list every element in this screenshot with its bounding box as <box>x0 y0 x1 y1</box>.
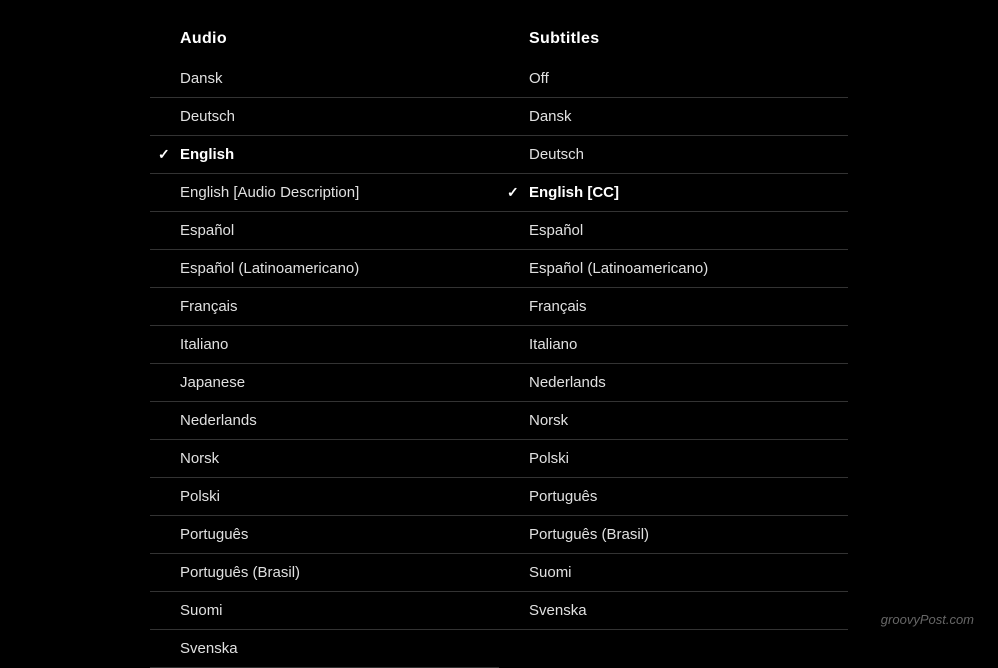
subtitles-list-item[interactable]: Español <box>499 212 848 250</box>
subtitles-list-item[interactable]: ✓ English [CC] <box>499 174 848 212</box>
audio-item-label: Svenska <box>180 640 238 657</box>
subtitles-list-item[interactable]: Français <box>499 288 848 326</box>
subtitles-list-item[interactable]: Español (Latinoamericano) <box>499 250 848 288</box>
subtitles-list: Off Dansk Deutsch ✓ English [CC] Español Españ… <box>499 60 848 630</box>
audio-list-item[interactable]: Português (Brasil) <box>150 554 499 592</box>
watermark: groovyPost.com <box>881 612 974 627</box>
audio-item-label: Español (Latinoamericano) <box>180 260 359 277</box>
subtitles-header: Subtitles <box>499 30 848 60</box>
audio-item-label: Japanese <box>180 374 245 391</box>
audio-item-label: Norsk <box>180 450 219 467</box>
subtitles-item-label: Suomi <box>529 564 572 581</box>
audio-list-item[interactable]: Español <box>150 212 499 250</box>
subtitles-item-label: Italiano <box>529 336 577 353</box>
audio-list-item[interactable]: Français <box>150 288 499 326</box>
subtitles-list-item[interactable]: Suomi <box>499 554 848 592</box>
audio-item-label: Polski <box>180 488 220 505</box>
subtitles-item-label: Dansk <box>529 108 572 125</box>
subtitles-list-item[interactable]: Português (Brasil) <box>499 516 848 554</box>
audio-item-label: Nederlands <box>180 412 257 429</box>
audio-item-label: Deutsch <box>180 108 235 125</box>
checkmark-icon: ✓ <box>158 146 170 163</box>
subtitles-list-item[interactable]: Português <box>499 478 848 516</box>
audio-list: Dansk Deutsch ✓ English English [Audio Descr… <box>150 60 499 668</box>
audio-list-item[interactable]: Español (Latinoamericano) <box>150 250 499 288</box>
audio-item-label: Suomi <box>180 602 223 619</box>
audio-item-label: Dansk <box>180 70 223 87</box>
subtitles-list-item[interactable]: Dansk <box>499 98 848 136</box>
subtitles-item-label: English [CC] <box>529 184 619 201</box>
audio-list-item[interactable]: Dansk <box>150 60 499 98</box>
audio-list-item[interactable]: Português <box>150 516 499 554</box>
audio-list-item[interactable]: Japanese <box>150 364 499 402</box>
subtitles-item-label: Nederlands <box>529 374 606 391</box>
subtitles-item-label: Français <box>529 298 587 315</box>
subtitles-item-label: Português <box>529 488 597 505</box>
subtitles-list-item[interactable]: Norsk <box>499 402 848 440</box>
audio-header: Audio <box>150 30 499 60</box>
subtitles-item-label: Español <box>529 222 583 239</box>
main-container: Audio Dansk Deutsch ✓ English English [Audio… <box>0 0 998 645</box>
audio-list-item[interactable]: Norsk <box>150 440 499 478</box>
audio-list-item[interactable]: ✓ English <box>150 136 499 174</box>
subtitles-list-item[interactable]: Polski <box>499 440 848 478</box>
subtitles-list-item[interactable]: Italiano <box>499 326 848 364</box>
audio-column: Audio Dansk Deutsch ✓ English English [Audio… <box>150 30 499 615</box>
audio-list-item[interactable]: Svenska <box>150 630 499 668</box>
subtitles-item-label: Polski <box>529 450 569 467</box>
audio-item-label: Português (Brasil) <box>180 564 300 581</box>
audio-list-item[interactable]: Polski <box>150 478 499 516</box>
audio-item-label: English [Audio Description] <box>180 184 359 201</box>
subtitles-list-item[interactable]: Off <box>499 60 848 98</box>
subtitles-item-label: Off <box>529 70 549 87</box>
audio-list-item[interactable]: Deutsch <box>150 98 499 136</box>
subtitles-item-label: Português (Brasil) <box>529 526 649 543</box>
audio-item-label: Español <box>180 222 234 239</box>
subtitles-list-item[interactable]: Svenska <box>499 592 848 630</box>
subtitles-list-item[interactable]: Nederlands <box>499 364 848 402</box>
audio-list-item[interactable]: Italiano <box>150 326 499 364</box>
subtitles-item-label: Deutsch <box>529 146 584 163</box>
subtitles-item-label: Norsk <box>529 412 568 429</box>
audio-item-label: English <box>180 146 234 163</box>
subtitles-column: Subtitles Off Dansk Deutsch ✓ English [CC] Es… <box>499 30 848 615</box>
subtitles-item-label: Svenska <box>529 602 587 619</box>
audio-item-label: Português <box>180 526 248 543</box>
subtitles-list-item[interactable]: Deutsch <box>499 136 848 174</box>
checkmark-icon: ✓ <box>507 184 519 201</box>
audio-item-label: Italiano <box>180 336 228 353</box>
subtitles-item-label: Español (Latinoamericano) <box>529 260 708 277</box>
audio-list-item[interactable]: Suomi <box>150 592 499 630</box>
audio-list-item[interactable]: English [Audio Description] <box>150 174 499 212</box>
audio-item-label: Français <box>180 298 238 315</box>
audio-list-item[interactable]: Nederlands <box>150 402 499 440</box>
